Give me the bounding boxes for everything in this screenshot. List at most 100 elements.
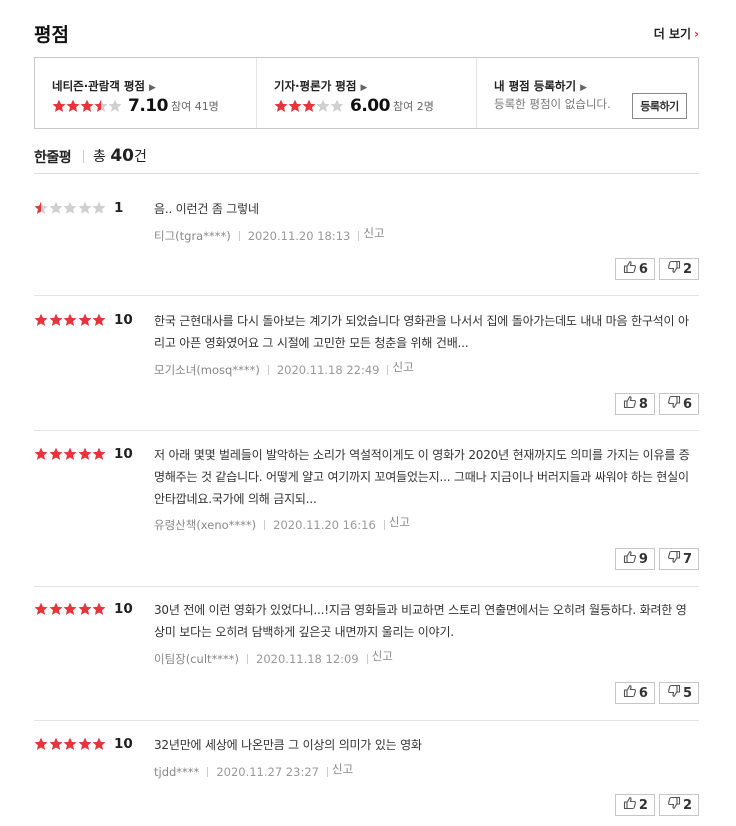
review-text: 저 아래 몇몇 벌레들이 발악하는 소리가 역설적이게도 이 영화가 2020년… (154, 448, 690, 506)
vote-buttons: 97 (614, 548, 699, 570)
dislike-button[interactable]: 2 (658, 258, 699, 280)
register-rating-button[interactable]: 등록하기 (632, 93, 687, 119)
star-icon (330, 99, 344, 113)
star-icon (94, 99, 108, 113)
review-author[interactable]: 티그(tgra****) (154, 228, 231, 244)
like-count: 6 (638, 685, 648, 701)
netizen-score-link[interactable]: 네티즌·관람객 평점 ▶ (52, 78, 156, 94)
review-total: 총 40건 (93, 146, 147, 166)
divider (366, 654, 368, 664)
oneline-review-header: 한줄평 총 40건 (34, 146, 699, 174)
thumbs-down-icon (667, 796, 683, 814)
review-date: 2020.11.20 18:13 (247, 229, 351, 243)
like-button[interactable]: 6 (614, 682, 655, 704)
review-meta: tjdd**** 2020.11.27 23:27 신고 (154, 761, 353, 780)
dislike-button[interactable]: 6 (658, 393, 699, 415)
star-icon (63, 201, 77, 215)
report-link[interactable]: 신고 (392, 359, 413, 375)
review-text: 30년 전에 이런 영화가 있었다니...!지금 영화들과 비교하면 스토리 연… (154, 603, 687, 639)
review-score: 1 (114, 200, 124, 216)
total-prefix: 총 (93, 149, 111, 165)
review-author[interactable]: 유령산책(xeno****) (154, 517, 256, 533)
star-icon (34, 447, 48, 461)
star-icon (316, 99, 330, 113)
thumbs-up-icon (623, 684, 639, 702)
divider (207, 767, 209, 777)
review-meta: 이팀장(cult****) 2020.11.18 12:09 신고 (154, 648, 393, 667)
like-button[interactable]: 6 (614, 258, 655, 280)
star-icon (108, 99, 122, 113)
thumbs-up-icon (623, 796, 639, 814)
dislike-count: 2 (682, 797, 692, 813)
more-link[interactable]: 더 보기 › (654, 25, 699, 42)
divider (387, 365, 389, 375)
like-button[interactable]: 9 (614, 548, 655, 570)
my-score-link[interactable]: 내 평점 등록하기 ▶ (494, 78, 587, 94)
star-icon (78, 313, 92, 327)
like-count: 2 (638, 797, 648, 813)
divider (264, 520, 266, 530)
review-score: 10 (114, 446, 133, 462)
review-star-rating (34, 447, 107, 461)
review-star-rating (34, 737, 107, 751)
report-link[interactable]: 신고 (363, 225, 384, 241)
oneline-label: 한줄평 (34, 150, 72, 166)
review-author[interactable]: 이팀장(cult****) (154, 651, 239, 667)
critic-participants: 참여 2명 (392, 100, 434, 113)
like-count: 9 (638, 551, 648, 567)
dislike-count: 2 (682, 261, 692, 277)
thumbs-down-icon (667, 550, 683, 568)
review-item: 10 32년만에 세상에 나온만큼 그 이상의 의미가 있는 영화 tjdd****… (34, 736, 699, 826)
netizen-score-title: 네티즌·관람객 평점 (52, 79, 146, 93)
review-star-rating (34, 201, 107, 215)
star-icon (92, 602, 106, 616)
review-item: 10 저 아래 몇몇 벌레들이 발악하는 소리가 역설적이게도 이 영화가 202… (34, 446, 699, 587)
critic-score-panel: 기자·평론가 평점 ▶ 6.00 참여 2명 (256, 58, 476, 128)
report-link[interactable]: 신고 (372, 648, 393, 664)
report-link[interactable]: 신고 (389, 514, 410, 530)
review-star-rating (34, 602, 107, 616)
divider (247, 654, 249, 664)
review-star-rating (34, 313, 107, 327)
review-author[interactable]: tjdd**** (154, 765, 199, 779)
like-count: 8 (638, 396, 648, 412)
review-item: 1 음.. 이런건 좀 그렇네 티그(tgra****) 2020.11.20 18:… (34, 200, 699, 296)
review-text: 한국 근현대사를 다시 돌아보는 계기가 되었습니다 영화관을 나서서 집에 돌… (154, 314, 689, 350)
review-author[interactable]: 모기소녀(mosq****) (154, 362, 260, 378)
star-icon (302, 99, 316, 113)
star-icon (92, 737, 106, 751)
vote-buttons: 62 (614, 258, 699, 280)
review-score: 10 (114, 601, 133, 617)
dislike-button[interactable]: 7 (658, 548, 699, 570)
dislike-button[interactable]: 2 (658, 794, 699, 816)
netizen-score-value: 7.10 (128, 96, 168, 116)
total-suffix: 건 (134, 149, 147, 165)
star-icon (80, 99, 94, 113)
thumbs-up-icon (623, 260, 639, 278)
star-icon (78, 201, 92, 215)
vote-buttons: 65 (614, 682, 699, 704)
rating-header: 평점 더 보기 › (34, 20, 699, 48)
dislike-button[interactable]: 5 (658, 682, 699, 704)
review-date: 2020.11.20 16:16 (273, 518, 376, 532)
review-score: 10 (114, 312, 133, 328)
star-icon (288, 99, 302, 113)
star-icon (78, 737, 92, 751)
section-title: 평점 (34, 24, 69, 46)
score-summary-box: 네티즌·관람객 평점 ▶ 7.10 참여 41명 기자·평론가 평점 ▶ 6.00 … (34, 57, 699, 129)
star-icon (274, 99, 288, 113)
divider (326, 767, 328, 777)
total-count: 40 (110, 146, 135, 166)
star-icon (78, 447, 92, 461)
like-button[interactable]: 2 (614, 794, 655, 816)
star-icon (92, 313, 106, 327)
thumbs-down-icon (667, 260, 683, 278)
critic-star-rating (274, 99, 344, 113)
review-item: 10 30년 전에 이런 영화가 있었다니...!지금 영화들과 비교하면 스토리… (34, 601, 699, 721)
report-link[interactable]: 신고 (332, 761, 353, 777)
review-date: 2020.11.18 12:09 (256, 652, 359, 666)
critic-score-link[interactable]: 기자·평론가 평점 ▶ (274, 78, 367, 94)
divider (83, 150, 84, 163)
like-button[interactable]: 8 (614, 393, 655, 415)
arrow-right-icon: ▶ (580, 83, 587, 93)
